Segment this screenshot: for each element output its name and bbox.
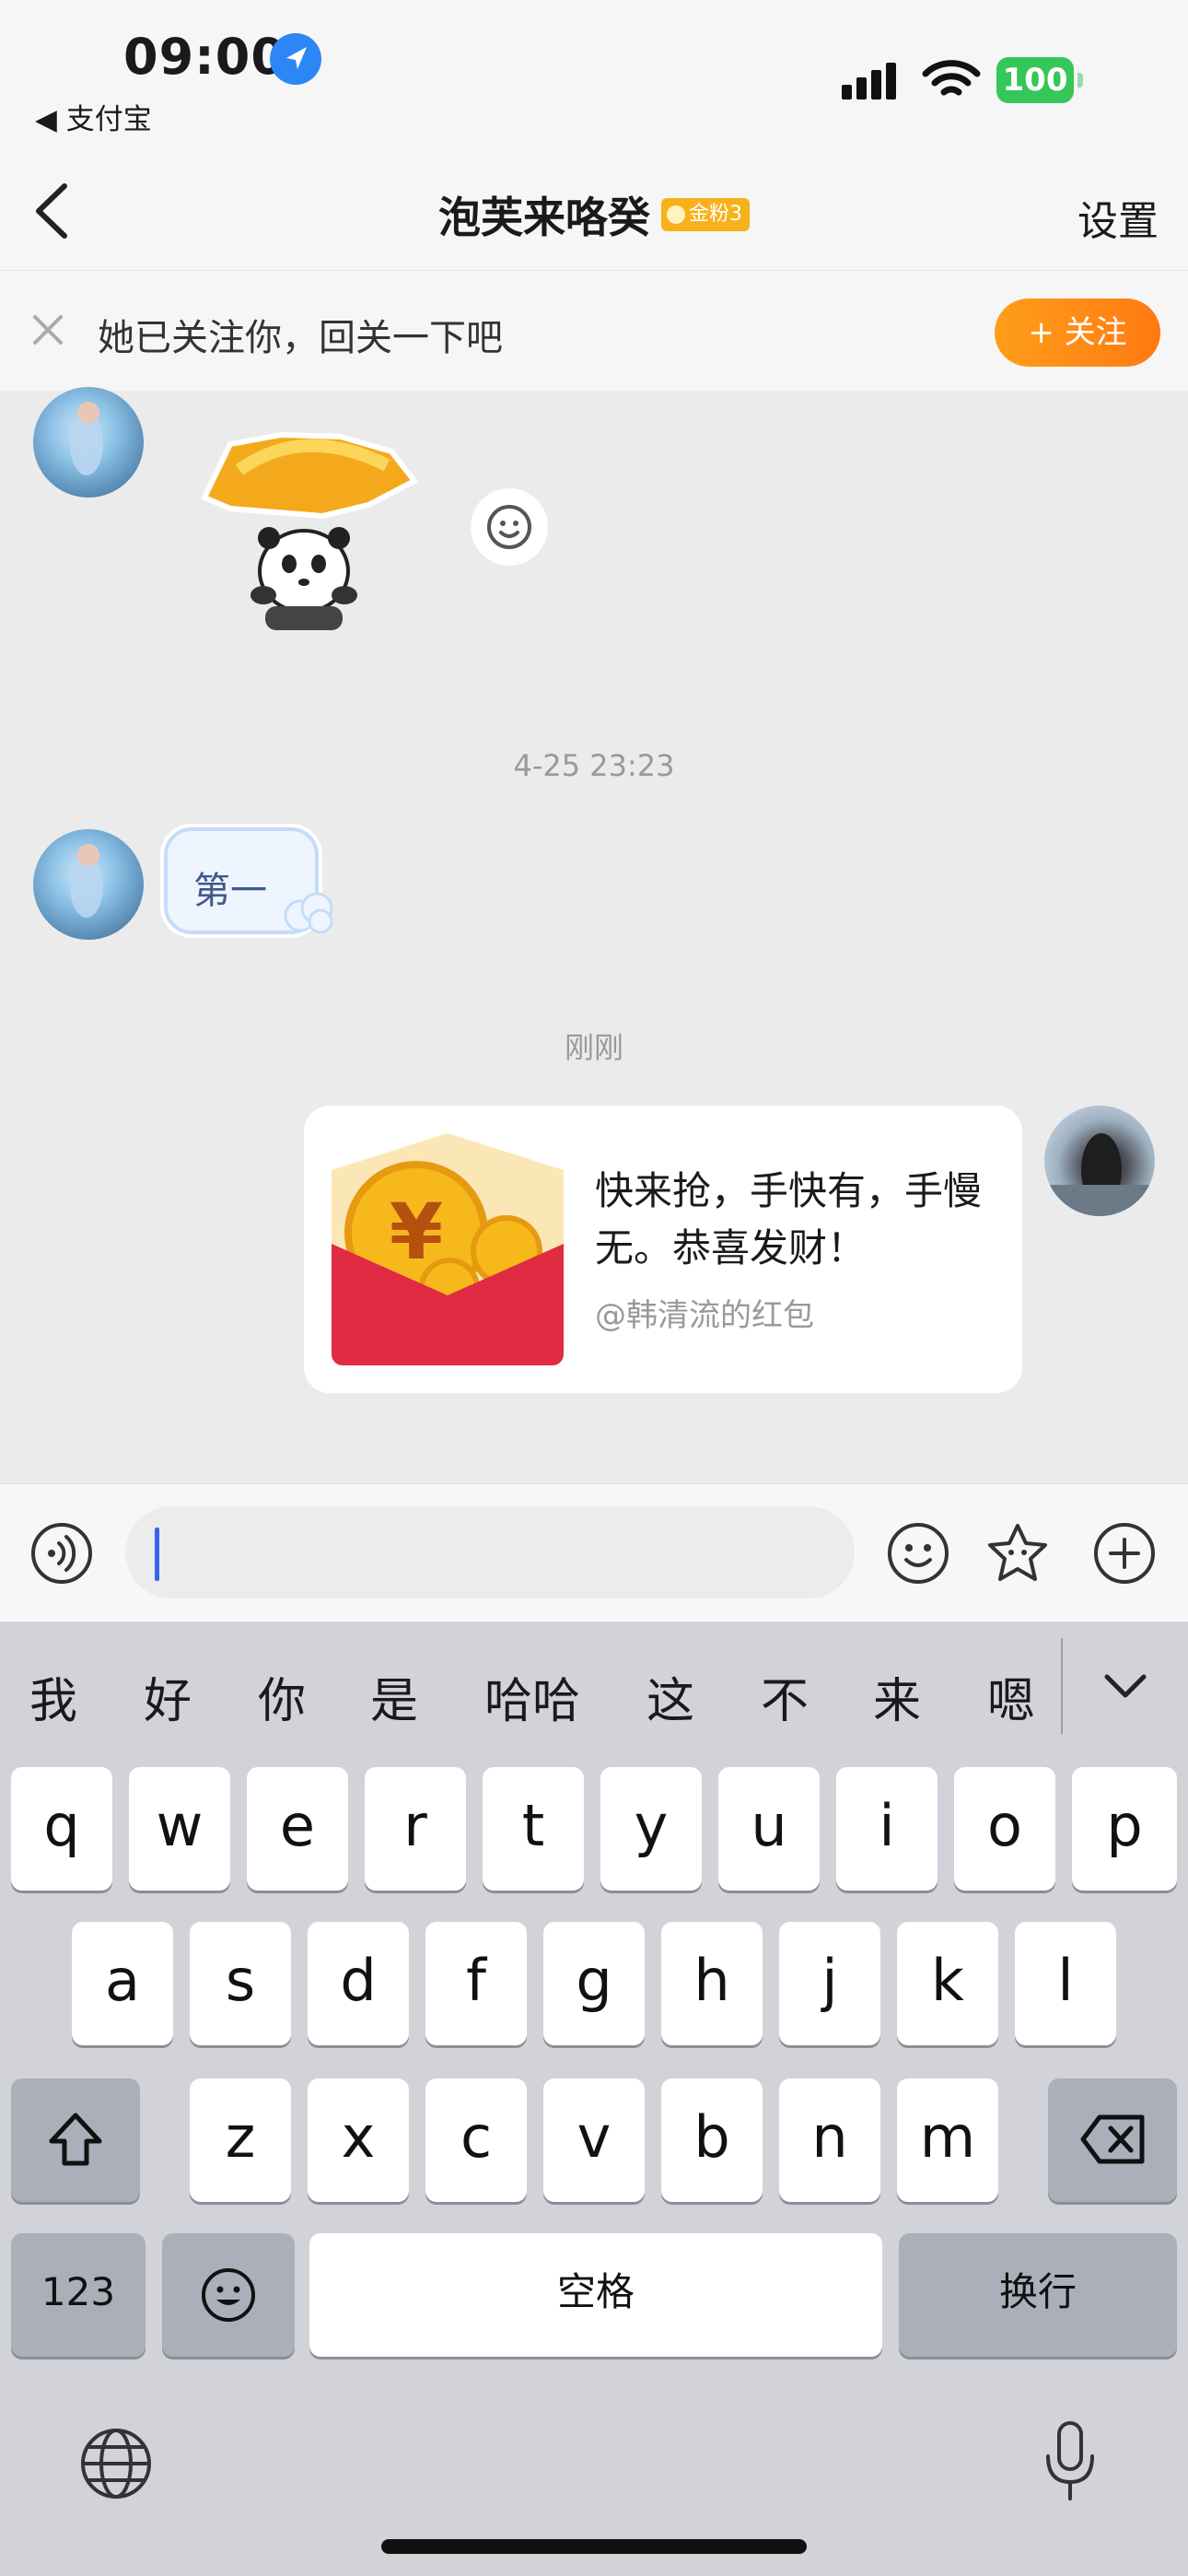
message-timestamp: 4-25 23:23 [513,748,675,783]
key-g[interactable]: g [543,1922,645,2045]
key-h[interactable]: h [661,1922,763,2045]
candidate-bar: 我 好 你 是 哈哈 这 不 来 嗯 [0,1622,1188,1760]
key-r[interactable]: r [365,1767,466,1891]
message-bubble[interactable]: 第一 [158,822,343,942]
page-title: 泡芙来咯癸 [438,193,650,242]
key-p[interactable]: p [1072,1767,1177,1891]
sticker-icon[interactable] [985,1521,1050,1586]
message-input-bar [0,1483,1188,1622]
home-indicator[interactable] [381,2539,807,2554]
candidate-word[interactable]: 我 [29,1662,77,1731]
shift-key[interactable] [11,2078,140,2202]
status-bar: 09:00 ◀ 支付宝 100 [0,0,1188,147]
key-a[interactable]: a [72,1922,173,2045]
chevron-down-icon[interactable] [1101,1662,1149,1710]
delete-key[interactable] [1048,2078,1177,2202]
key-k[interactable]: k [897,1922,998,2045]
avatar[interactable] [1044,1106,1155,1216]
plus-icon[interactable] [1092,1521,1157,1586]
key-y[interactable]: y [600,1767,702,1891]
crown-icon [667,205,685,224]
wifi-icon [922,57,981,101]
settings-button[interactable]: 设置 [1077,188,1159,247]
emoji-icon [202,2268,255,2322]
key-t[interactable]: t [483,1767,584,1891]
key-l[interactable]: l [1015,1922,1116,2045]
candidate-word[interactable]: 是 [370,1662,418,1731]
key-m[interactable]: m [897,2078,998,2202]
key-s[interactable]: s [190,1922,291,2045]
avatar[interactable] [33,387,144,498]
candidate-word[interactable]: 不 [761,1662,809,1731]
numbers-key[interactable]: 123 [11,2233,146,2357]
candidate-word[interactable]: 好 [144,1662,192,1731]
key-i[interactable]: i [836,1767,938,1891]
location-arrow-icon [270,33,321,85]
follow-prompt-text: 她已关注你，回关一下吧 [98,317,503,359]
cellular-signal-icon [842,61,904,100]
red-packet-source: @韩清流的红包 [595,1297,814,1334]
message-timestamp: 刚刚 [564,1030,623,1065]
red-packet-message-text: 快来抢，手快有，手慢无。恭喜发财！ [595,1168,983,1270]
candidate-word[interactable]: 这 [646,1662,694,1731]
avatar[interactable] [33,829,144,940]
key-e[interactable]: e [247,1767,348,1891]
thanks-panda-sticker[interactable] [193,424,424,645]
follow-banner: 她已关注你，回关一下吧 + 关注 [0,271,1188,391]
key-x[interactable]: x [308,2078,409,2202]
red-packet-message[interactable]: ¥ 快来抢，手快有，手慢无。恭喜发财！ @韩清流的红包 [304,1106,1022,1393]
back-to-app-link[interactable]: ◀ 支付宝 [35,96,152,137]
candidate-word[interactable]: 你 [258,1662,306,1731]
space-key[interactable]: 空格 [309,2233,882,2357]
follow-button[interactable]: + 关注 [995,299,1160,367]
candidate-word[interactable]: 哈哈 [484,1662,580,1731]
key-n[interactable]: n [779,2078,880,2202]
backspace-icon [1080,2114,1145,2164]
close-icon[interactable] [28,310,68,350]
emoji-icon[interactable] [886,1521,950,1586]
fan-level-badge: 金粉3 [661,198,750,231]
red-packet-icon: ¥ [332,1133,564,1365]
emoji-key[interactable] [162,2233,295,2357]
key-b[interactable]: b [661,2078,763,2202]
key-v[interactable]: v [543,2078,645,2202]
nav-bar: 泡芙来咯癸 金粉3 设置 [0,147,1188,271]
key-j[interactable]: j [779,1922,880,2045]
key-w[interactable]: w [129,1767,230,1891]
globe-icon[interactable] [77,2425,155,2502]
candidate-word[interactable]: 来 [873,1662,921,1731]
fan-level-label: 金粉3 [689,203,742,226]
microphone-icon[interactable] [1042,2419,1098,2504]
key-q[interactable]: q [11,1767,112,1891]
key-z[interactable]: z [190,2078,291,2202]
key-f[interactable]: f [425,1922,527,2045]
message-text: 第一 [193,870,267,912]
status-time: 09:00 [123,28,286,86]
text-caret [155,1528,159,1581]
nav-title-group: 泡芙来咯癸 金粉3 [0,184,1188,245]
cloud-decoration-icon [280,886,339,938]
key-c[interactable]: c [425,2078,527,2202]
key-u[interactable]: u [718,1767,820,1891]
battery-level: 100 [996,57,1074,103]
voice-icon[interactable] [29,1521,94,1586]
candidate-word[interactable]: 嗯 [987,1662,1035,1731]
return-key[interactable]: 换行 [899,2233,1177,2357]
shift-arrow-icon [49,2113,102,2166]
keyboard: 我 好 你 是 哈哈 这 不 来 嗯 q w e r t y u i o p a… [0,1622,1188,2576]
sticker-emoji-icon[interactable] [471,488,548,566]
message-input[interactable] [125,1506,855,1598]
battery-indicator: 100 [996,57,1083,103]
key-d[interactable]: d [308,1922,409,2045]
key-o[interactable]: o [954,1767,1055,1891]
